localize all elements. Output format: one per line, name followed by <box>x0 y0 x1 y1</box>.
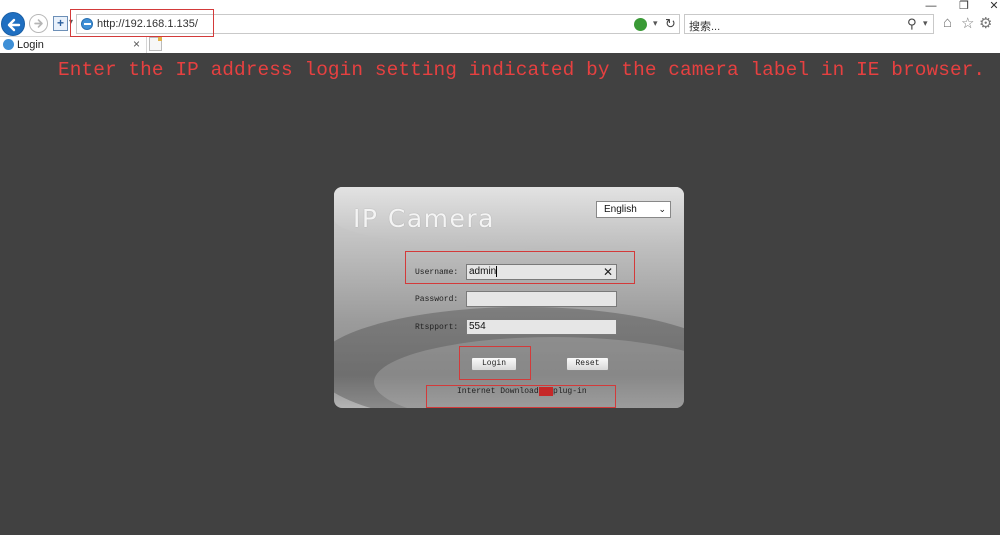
forward-button[interactable] <box>29 14 48 33</box>
forward-arrow-icon <box>34 19 43 28</box>
home-icon[interactable]: ⌂ <box>943 14 952 31</box>
refresh-icon[interactable]: ↻ <box>665 16 676 32</box>
tab-title: Login <box>17 39 44 51</box>
search-input[interactable]: 搜索... ⚲ ▾ <box>684 14 934 34</box>
rtspport-field[interactable]: 554 <box>466 319 617 335</box>
password-label: Password: <box>415 295 459 304</box>
url-text[interactable]: http://192.168.1.135/ <box>97 18 198 30</box>
instruction-text: Enter the IP address login setting indic… <box>58 59 986 81</box>
clear-icon[interactable]: ✕ <box>603 265 613 279</box>
rtspport-label: Rtspport: <box>415 323 459 332</box>
reset-button[interactable]: Reset <box>566 357 609 371</box>
chevron-down-icon: ⌄ <box>658 204 666 214</box>
search-icon[interactable]: ⚲ <box>907 16 917 32</box>
plugin-text-start: Internet Download <box>457 387 539 396</box>
address-bar[interactable]: http://192.168.1.135/ ▾ ↻ <box>76 14 680 34</box>
address-dropdown-icon[interactable]: ▾ <box>653 18 658 29</box>
new-tab-icon[interactable] <box>149 37 162 51</box>
text-cursor <box>496 265 498 277</box>
plugin-text-highlight <box>538 387 554 396</box>
plugin-download-link[interactable]: Internet Download plug-in <box>457 387 587 396</box>
gear-icon[interactable]: ⚙ <box>979 14 992 32</box>
browser-chrome: — ❐ ✕ + ▾ http://192.168.1.135/ ▾ ↻ 搜索..… <box>0 0 1000 53</box>
language-select[interactable]: English ⌄ <box>596 201 671 218</box>
compat-view-icon[interactable] <box>634 18 647 31</box>
close-window-button[interactable]: ✕ <box>980 0 1000 12</box>
minimize-button[interactable]: — <box>917 0 945 12</box>
close-icon[interactable]: × <box>133 37 140 51</box>
language-value: English <box>604 204 637 215</box>
star-icon[interactable]: ☆ <box>961 14 974 32</box>
ie-logo-icon <box>81 18 93 30</box>
username-label: Username: <box>415 268 459 277</box>
search-placeholder: 搜索... <box>689 21 721 33</box>
username-field[interactable]: admin ✕ <box>466 264 617 280</box>
ie-logo-icon <box>3 39 14 50</box>
favorites-icon[interactable]: + <box>53 16 68 31</box>
tab-login[interactable]: Login × <box>0 36 147 53</box>
username-value: admin <box>469 266 497 277</box>
chevron-down-icon[interactable]: ▾ <box>69 17 73 26</box>
panel-title: IP Camera <box>353 204 496 233</box>
back-arrow-icon <box>7 18 21 32</box>
password-field[interactable] <box>466 291 617 307</box>
plugin-text-end: plug-in <box>553 387 587 396</box>
back-button[interactable] <box>1 12 25 36</box>
rtspport-value: 554 <box>469 321 486 332</box>
restore-button[interactable]: ❐ <box>950 0 978 12</box>
login-button[interactable]: Login <box>471 357 517 371</box>
login-panel: IP Camera English ⌄ Username: admin ✕ Pa… <box>334 187 684 408</box>
search-dropdown-icon[interactable]: ▾ <box>923 18 928 29</box>
